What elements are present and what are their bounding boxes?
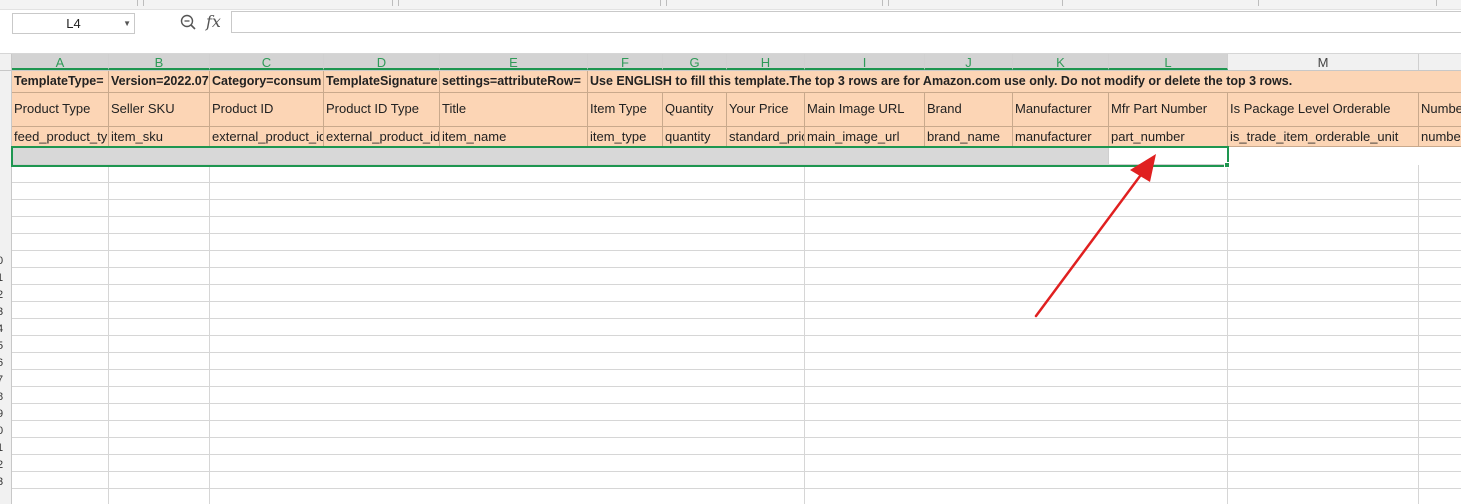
cell-n3[interactable]: number — [1419, 127, 1461, 147]
cell-c2[interactable]: Product ID — [210, 93, 324, 127]
cell-f3[interactable]: item_type — [588, 127, 663, 147]
column-header-m[interactable]: M — [1228, 54, 1419, 70]
cell-g2[interactable]: Quantity — [663, 93, 727, 127]
cell-b3[interactable]: item_sku — [109, 127, 210, 147]
row-number[interactable]: 5 — [0, 340, 9, 352]
column-headers: A B C D E F G H I J K L M — [0, 54, 1461, 71]
column-header-n[interactable] — [1419, 54, 1461, 70]
name-box[interactable]: L4 ▼ — [12, 13, 135, 34]
cell-i3[interactable]: main_image_url — [805, 127, 925, 147]
cell-a1[interactable]: TemplateType= — [12, 71, 109, 93]
column-header-c[interactable]: C — [210, 54, 324, 70]
column-header-k[interactable]: K — [1013, 54, 1109, 70]
cell-b2[interactable]: Seller SKU — [109, 93, 210, 127]
column-header-e[interactable]: E — [440, 54, 588, 70]
cell-b1[interactable]: Version=2022.07 — [109, 71, 210, 93]
row-number[interactable]: 0 — [0, 255, 9, 267]
cell-e1[interactable]: settings=attributeRow= — [440, 71, 588, 93]
column-header-g[interactable]: G — [663, 54, 727, 70]
chevron-down-icon[interactable]: ▼ — [123, 14, 131, 33]
cell-a3[interactable]: feed_product_type — [12, 127, 109, 147]
row-number[interactable]: 1 — [0, 272, 9, 284]
column-header-f[interactable]: F — [588, 54, 663, 70]
row-number[interactable]: 8 — [0, 391, 9, 403]
formula-input[interactable] — [231, 11, 1461, 33]
name-box-value: L4 — [66, 16, 81, 31]
fill-handle[interactable] — [1224, 162, 1230, 168]
cell-e2[interactable]: Title — [440, 93, 588, 127]
cell-a2[interactable]: Product Type — [12, 93, 109, 127]
cell-e3[interactable]: item_name — [440, 127, 588, 147]
row-number[interactable]: 6 — [0, 357, 9, 369]
cell-d2[interactable]: Product ID Type — [324, 93, 440, 127]
cell-c1[interactable]: Category=consum — [210, 71, 324, 93]
cell-i2[interactable]: Main Image URL — [805, 93, 925, 127]
column-header-j[interactable]: J — [925, 54, 1013, 70]
function-icon[interactable]: fx — [206, 12, 228, 32]
row-number[interactable]: 9 — [0, 408, 9, 420]
column-header-a[interactable]: A — [12, 54, 109, 70]
column-header-d[interactable]: D — [324, 54, 440, 70]
row-number[interactable]: 7 — [0, 374, 9, 386]
column-header-i[interactable]: I — [805, 54, 925, 70]
row-number[interactable]: 3 — [0, 306, 9, 318]
ribbon-bottom-edge — [0, 0, 1461, 10]
row-number[interactable]: 2 — [0, 459, 9, 471]
cell-f2[interactable]: Item Type — [588, 93, 663, 127]
cell-f1[interactable]: Use ENGLISH to fill this template.The to… — [588, 71, 1461, 93]
cell-m2[interactable]: Is Package Level Orderable — [1228, 93, 1419, 127]
zoom-icon[interactable] — [180, 12, 198, 32]
cell-k2[interactable]: Manufacturer — [1013, 93, 1109, 127]
select-all-corner[interactable] — [0, 54, 12, 70]
cell-k3[interactable]: manufacturer — [1013, 127, 1109, 147]
column-header-b[interactable]: B — [109, 54, 210, 70]
row-headers: 0 1 2 3 4 5 6 7 8 9 0 1 2 3 — [0, 71, 12, 504]
row-number[interactable]: 2 — [0, 289, 9, 301]
cell-c3[interactable]: external_product_id — [210, 127, 324, 147]
cell-h2[interactable]: Your Price — [727, 93, 805, 127]
cell-l2[interactable]: Mfr Part Number — [1109, 93, 1228, 127]
column-header-h[interactable]: H — [727, 54, 805, 70]
cell-h3[interactable]: standard_price — [727, 127, 805, 147]
cell-n2[interactable]: Number — [1419, 93, 1461, 127]
row-number[interactable]: 4 — [0, 323, 9, 335]
cell-d3[interactable]: external_product_id_type — [324, 127, 440, 147]
row-number[interactable]: 0 — [0, 425, 9, 437]
red-arrow-annotation — [1030, 150, 1200, 320]
row-number[interactable]: 1 — [0, 442, 9, 454]
cell-d1[interactable]: TemplateSignature — [324, 71, 440, 93]
cell-j3[interactable]: brand_name — [925, 127, 1013, 147]
cell-m3[interactable]: is_trade_item_orderable_unit — [1228, 127, 1419, 147]
cell-j2[interactable]: Brand — [925, 93, 1013, 127]
cell-g3[interactable]: quantity — [663, 127, 727, 147]
row-number[interactable]: 3 — [0, 476, 9, 488]
column-header-l[interactable]: L — [1109, 54, 1228, 70]
cell-l3[interactable]: part_number — [1109, 127, 1228, 147]
